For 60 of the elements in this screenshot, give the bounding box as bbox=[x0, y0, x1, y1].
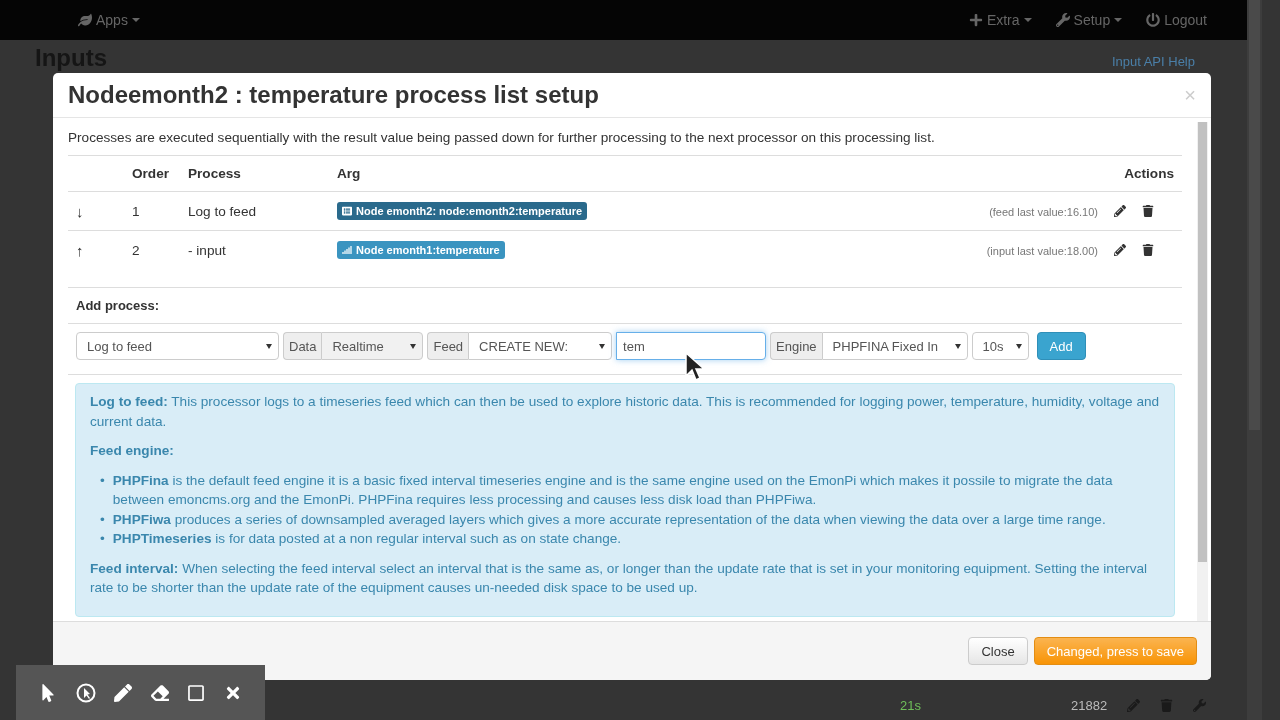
dialog-scrollbar[interactable] bbox=[1197, 122, 1208, 621]
process-select[interactable]: Log to feed bbox=[76, 332, 279, 360]
wrench-icon bbox=[1055, 13, 1070, 27]
bullet: • bbox=[100, 471, 105, 490]
nav-menu[interactable]: Extra bbox=[968, 12, 1032, 28]
intro-text: Processes are executed sequentially with the result value being passed down for further processing to the next processor on this processing list. bbox=[68, 130, 936, 145]
info-heading: Feed engine: bbox=[90, 442, 175, 460]
info-list-item: PHPFina is the default feed engine it is a basic fixed interval timeseries engine and is the same engine used on the EmonPi which makes it possile to migrate the data between emoncms.org and the EmonPi. PHPFina requires less processing and causes less disk load than PHPFiwa. bbox=[112, 471, 1114, 509]
interval-select[interactable]: 10s bbox=[971, 332, 1029, 360]
nav-menu[interactable]: Apps bbox=[78, 12, 140, 28]
trash-icon[interactable] bbox=[1142, 244, 1154, 256]
column-header: Actions bbox=[1124, 166, 1174, 181]
info-list-item: PHPTimeseries is for data posted at a non regular interval such as on state change. bbox=[112, 530, 622, 548]
argument-label: Node emonth2: node:emonth2:temperature bbox=[337, 202, 588, 220]
add-process-label: Add process: bbox=[68, 287, 1182, 323]
dialog-title: Nodeemonth2 : temperature process list setup bbox=[68, 81, 599, 109]
engine-select[interactable]: PHPFINA Fixed In bbox=[821, 332, 968, 360]
argument-label: Node emonth1:temperature bbox=[337, 241, 505, 259]
mouse-pointer-icon bbox=[685, 352, 705, 382]
data-select[interactable]: Realtime bbox=[321, 332, 424, 360]
list-icon bbox=[342, 206, 352, 216]
square-icon[interactable] bbox=[187, 683, 206, 702]
circled-cursor-icon[interactable] bbox=[75, 682, 96, 703]
data-label: Data bbox=[283, 332, 322, 360]
nav-menu[interactable]: Logout bbox=[1146, 12, 1207, 28]
feed-name-input[interactable]: tem bbox=[616, 332, 767, 360]
column-header: Order bbox=[132, 166, 170, 181]
feed-label: Feed bbox=[427, 332, 469, 360]
process-name: Log to feed bbox=[188, 203, 257, 219]
bullet: • bbox=[100, 510, 105, 529]
updated-time: 21s bbox=[900, 698, 921, 713]
order-number: 2 bbox=[132, 242, 140, 258]
pencil-icon[interactable] bbox=[114, 683, 133, 702]
info-text: Feed interval: When selecting the feed interval select an interval that is the same as, or longer than the update rate that is set in your monitoring equipment. Setting the interval rate to be shorter than the update rate of the equipment causes un-needed disk space to be used up. bbox=[90, 559, 1149, 597]
page-scrollbar[interactable] bbox=[1247, 0, 1262, 720]
process-name: - input bbox=[188, 242, 226, 258]
order-number: 1 bbox=[132, 203, 140, 219]
power-icon bbox=[1146, 13, 1161, 27]
feed-select[interactable]: CREATE NEW: bbox=[468, 332, 613, 360]
bullet: • bbox=[100, 530, 105, 548]
caret-icon bbox=[131, 18, 140, 22]
info-list-item: PHPFiwa produces a series of downsampled averaged layers which gives a more accurate representation of the data when viewing the data over a large time range. bbox=[112, 510, 1106, 529]
move-arrow[interactable]: ↑ bbox=[76, 241, 84, 259]
move-arrow[interactable]: ↓ bbox=[76, 202, 84, 220]
engine-label: Engine bbox=[770, 332, 822, 360]
leaf-icon bbox=[78, 13, 92, 27]
signal-bars-icon bbox=[342, 245, 352, 255]
pencil-icon[interactable] bbox=[1114, 244, 1126, 256]
eraser-icon[interactable] bbox=[150, 683, 169, 702]
column-header: Process bbox=[188, 166, 241, 181]
nav-menu[interactable]: Setup bbox=[1055, 12, 1123, 28]
pencil-icon[interactable] bbox=[1114, 205, 1126, 217]
close-button[interactable]: Close bbox=[968, 637, 1028, 665]
last-value: (input last value:18.00) bbox=[986, 244, 1098, 257]
last-value: (feed last value:16.10) bbox=[989, 205, 1098, 218]
info-text: Log to feed: This processor logs to a timeseries feed which can then be used to explore historic data. This is recommended for logging power, temperature, humidity, voltage and current data. bbox=[90, 393, 1160, 431]
input-value: 21882 bbox=[1070, 698, 1108, 713]
trash-icon[interactable] bbox=[1142, 205, 1154, 217]
plus-icon bbox=[968, 13, 983, 27]
column-header: Arg bbox=[337, 166, 361, 181]
